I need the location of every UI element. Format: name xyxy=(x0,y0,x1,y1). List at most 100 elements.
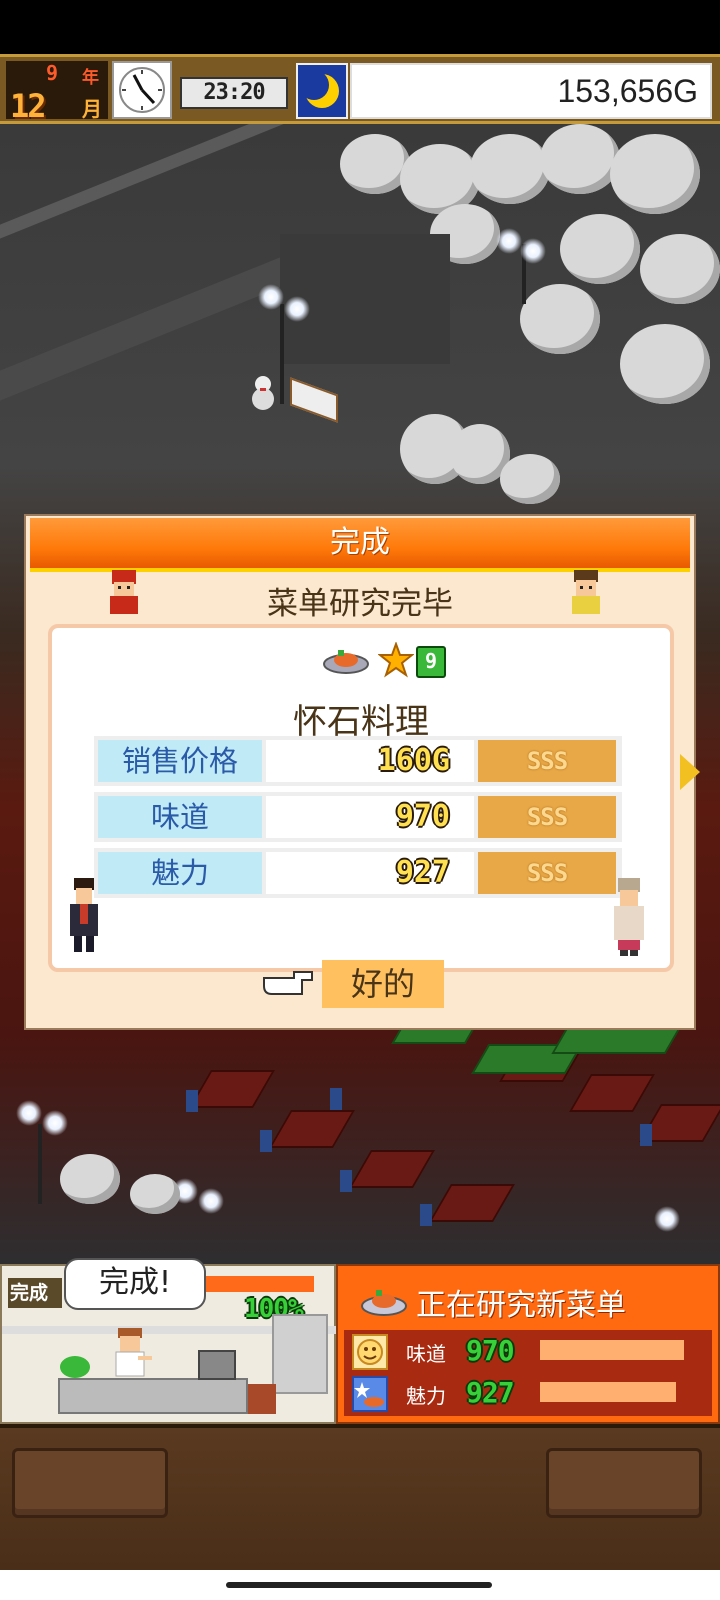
taste-bar xyxy=(540,1340,684,1360)
fridge xyxy=(272,1314,328,1394)
snow-tree xyxy=(500,454,560,504)
snow-tree xyxy=(340,134,410,194)
snow-tree xyxy=(540,124,620,194)
wall xyxy=(0,124,300,239)
stat-rank: SSS xyxy=(478,852,616,894)
dish-icon xyxy=(360,1282,408,1318)
table xyxy=(269,1110,355,1148)
chair xyxy=(186,1090,198,1112)
lamp-post xyxy=(280,304,284,404)
bench xyxy=(290,377,338,423)
money-display: 153,656G xyxy=(350,63,712,119)
lamp-light xyxy=(258,284,284,310)
taste-icon xyxy=(352,1334,388,1370)
research-panel[interactable]: 正在研究新菜单 味道 970 魅力 927 xyxy=(336,1264,720,1424)
lamp-light xyxy=(654,1206,680,1232)
status-bar: 9 年 12 月 23:20 153,656G xyxy=(0,54,720,125)
ok-button[interactable]: 好的 xyxy=(322,960,444,1008)
research-title: 正在研究新菜单 xyxy=(416,1288,626,1323)
snow-tree xyxy=(560,214,640,284)
dish-result-card: 9 怀石料理 销售价格 160G SSS 味道 970 SSS 魅力 927 S… xyxy=(48,624,674,972)
lamp-light xyxy=(496,228,522,254)
waitress-character xyxy=(608,876,650,956)
stat-label: 销售价格 xyxy=(98,740,262,782)
money-amount: 153,656G xyxy=(557,73,698,109)
chair xyxy=(260,1130,272,1152)
snow-tree xyxy=(520,284,600,354)
stat-label: 味道 xyxy=(98,796,262,838)
stat-value: 160G xyxy=(266,740,474,782)
stat-row-appeal: 魅力 927 SSS xyxy=(94,848,622,898)
kitchen-panel[interactable]: 完成 100% 完成! xyxy=(0,1258,338,1424)
snow-tree xyxy=(130,1174,180,1214)
stat-row-price: 销售价格 160G SSS xyxy=(94,736,622,786)
stat-value: 970 xyxy=(266,796,474,838)
bottom-button-bar xyxy=(0,1424,720,1570)
lamp-light xyxy=(42,1110,68,1136)
snow-tree xyxy=(470,134,550,204)
stat-rank: SSS xyxy=(478,740,616,782)
moon-icon xyxy=(296,63,348,119)
next-page-arrow-icon[interactable] xyxy=(680,754,700,790)
left-menu-button[interactable] xyxy=(12,1448,168,1518)
speech-bubble: 完成! xyxy=(64,1258,206,1310)
snow-tree xyxy=(60,1154,120,1204)
chair xyxy=(340,1170,352,1192)
stat-value: 970 xyxy=(466,1334,515,1367)
month-unit: 月 xyxy=(82,97,102,121)
month-number: 12 xyxy=(10,87,47,125)
snow-tree xyxy=(610,134,700,214)
star-icon xyxy=(377,641,415,678)
time-display: 23:20 xyxy=(180,77,288,109)
lamp-light xyxy=(284,296,310,322)
lamp-light xyxy=(16,1100,42,1126)
stat-label: 魅力 xyxy=(406,1384,446,1408)
system-nav-bar xyxy=(0,1570,720,1600)
stat-value: 927 xyxy=(266,852,474,894)
stat-label: 魅力 xyxy=(98,852,262,894)
clock-icon xyxy=(112,61,172,119)
home-indicator[interactable] xyxy=(226,1582,492,1588)
research-stats: 味道 970 魅力 927 xyxy=(344,1330,712,1416)
lamp-light xyxy=(198,1188,224,1214)
chair xyxy=(330,1088,342,1110)
counter xyxy=(58,1378,248,1414)
date-display: 9 年 12 月 xyxy=(6,61,108,125)
cook-character xyxy=(108,1326,152,1386)
chair xyxy=(420,1204,432,1226)
chef-character xyxy=(104,568,140,618)
research-complete-dialog: 完成 菜单研究完毕 9 怀石料理 销售价格 160G SSS 味道 970 SS… xyxy=(24,514,700,1030)
lamp-light xyxy=(520,238,546,264)
snow-tree xyxy=(620,324,710,404)
snow-tree xyxy=(640,234,720,304)
snowman xyxy=(250,374,276,410)
appeal-bar xyxy=(540,1382,676,1402)
table xyxy=(569,1074,655,1112)
dialog-header: 完成 xyxy=(30,518,690,572)
table xyxy=(189,1070,275,1108)
pot-icon xyxy=(198,1350,236,1380)
chair xyxy=(640,1124,652,1146)
research-stat-taste: 味道 970 xyxy=(348,1332,708,1372)
done-tag: 完成 xyxy=(8,1278,62,1308)
table xyxy=(429,1184,515,1222)
dish-icon xyxy=(322,644,370,676)
right-menu-button[interactable] xyxy=(546,1448,702,1518)
customer-character xyxy=(64,876,104,954)
stat-value: 927 xyxy=(466,1376,515,1409)
stool xyxy=(248,1384,276,1414)
pointing-hand-icon xyxy=(262,968,314,998)
research-stat-appeal: 魅力 927 xyxy=(348,1374,708,1414)
year-number: 9 xyxy=(46,61,59,85)
lamp-post xyxy=(38,1124,42,1204)
table xyxy=(349,1150,435,1188)
vegetable-icon xyxy=(60,1356,90,1378)
stat-rank: SSS xyxy=(478,796,616,838)
star-level: 9 xyxy=(416,646,446,678)
staff-character xyxy=(566,568,602,618)
stat-row-taste: 味道 970 SSS xyxy=(94,792,622,842)
appeal-icon xyxy=(352,1376,388,1412)
stat-label: 味道 xyxy=(406,1342,446,1366)
progress-bar xyxy=(206,1276,314,1292)
fence xyxy=(0,257,280,401)
